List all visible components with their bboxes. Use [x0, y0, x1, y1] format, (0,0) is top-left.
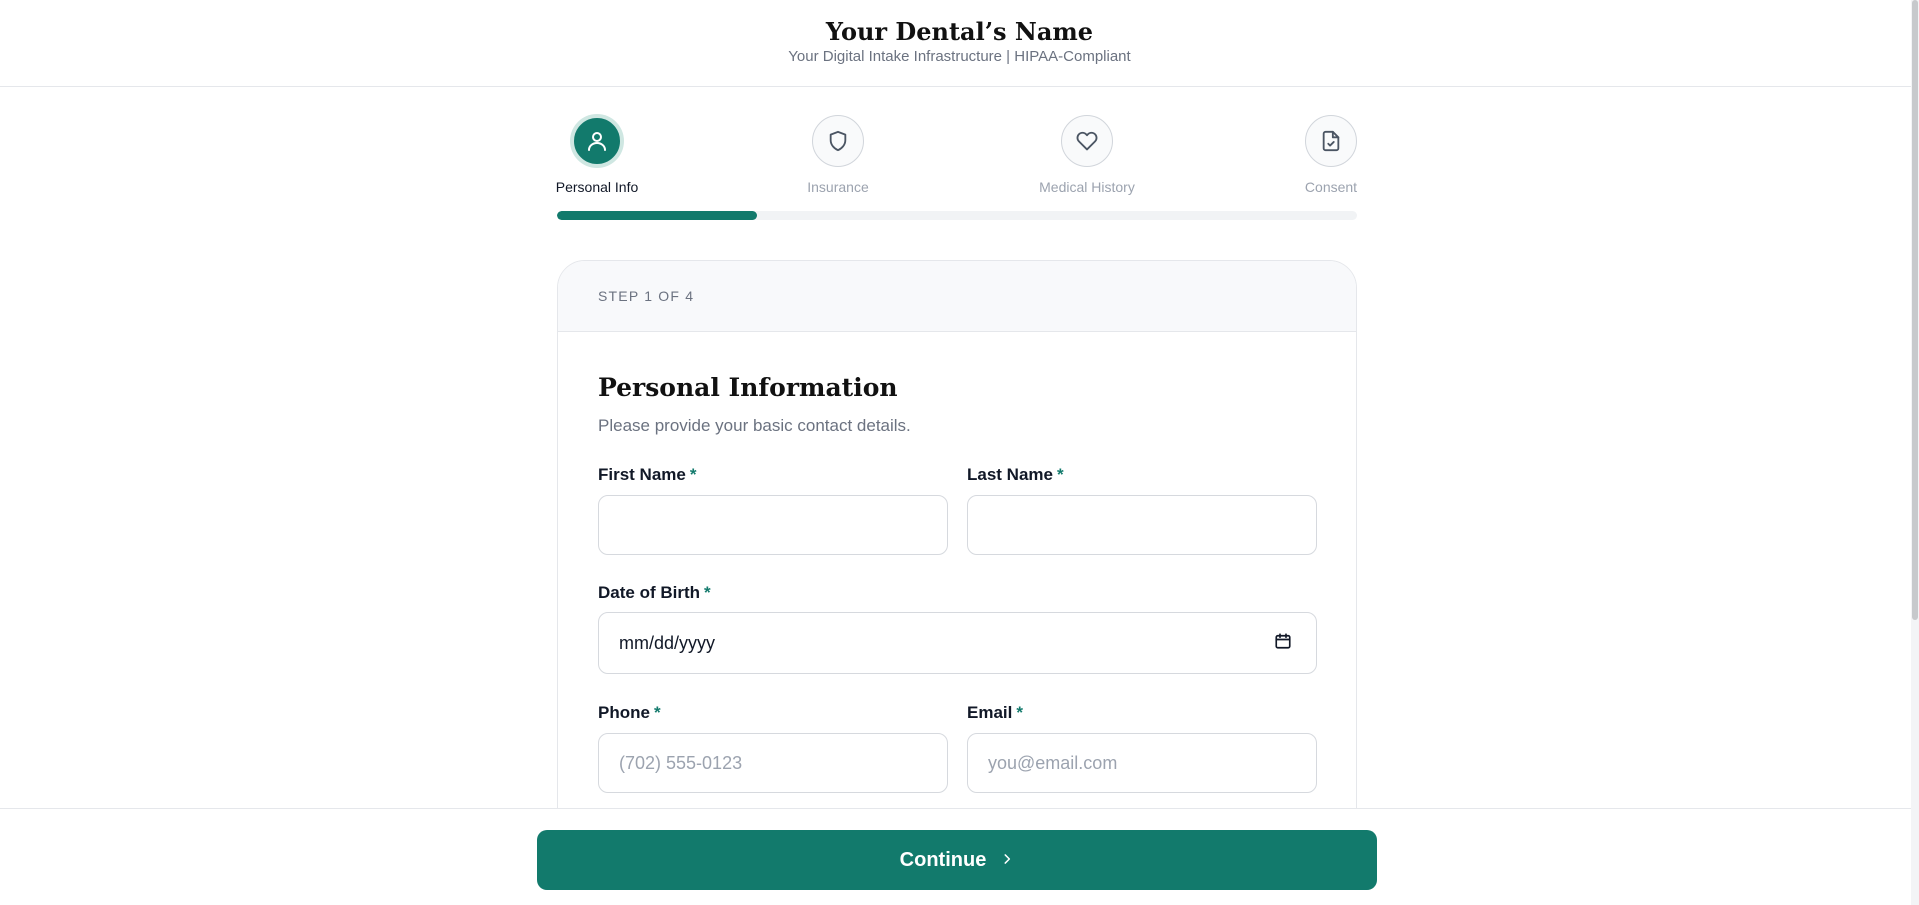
- step-insurance: Insurance: [773, 115, 903, 195]
- phone-input[interactable]: (702) 555-0123: [598, 733, 948, 793]
- shield-icon: [812, 115, 864, 167]
- continue-label: Continue: [899, 848, 987, 871]
- user-icon: [571, 115, 623, 167]
- email-label-text: Email: [967, 703, 1013, 722]
- step-label: Consent: [1304, 179, 1358, 195]
- card-header: STEP 1 OF 4: [558, 261, 1356, 332]
- step-personal-info: Personal Info: [532, 115, 662, 195]
- step-progress: Personal Info Insurance Medical History …: [556, 115, 1357, 225]
- step-medical-history: Medical History: [1022, 115, 1152, 195]
- email-label: Email *: [967, 703, 1023, 723]
- page-scrollbar[interactable]: [1911, 0, 1919, 905]
- file-check-icon: [1305, 115, 1357, 167]
- scrollbar-thumb[interactable]: [1912, 0, 1918, 620]
- dob-placeholder: mm/dd/yyyy: [619, 632, 716, 653]
- email-input[interactable]: you@email.com: [967, 733, 1317, 793]
- chevron-right-icon: [1000, 849, 1014, 872]
- last-name-label: Last Name *: [967, 465, 1064, 485]
- practice-tagline: Your Digital Intake Infrastructure | HIP…: [788, 48, 1131, 65]
- dob-input[interactable]: mm/dd/yyyy: [598, 612, 1317, 674]
- dob-label-text: Date of Birth: [598, 583, 700, 602]
- first-name-label: First Name *: [598, 465, 697, 485]
- progress-bar-fill: [557, 211, 757, 220]
- section-title: Personal Information: [598, 373, 898, 402]
- last-name-label-text: Last Name: [967, 465, 1053, 484]
- form-card: STEP 1 OF 4 Personal Information Please …: [557, 260, 1357, 860]
- last-name-input[interactable]: [967, 495, 1317, 555]
- required-mark: *: [1056, 465, 1064, 484]
- required-mark: *: [653, 703, 661, 722]
- step-label: Personal Info: [555, 179, 639, 195]
- phone-label-text: Phone: [598, 703, 650, 722]
- calendar-icon[interactable]: [1274, 632, 1292, 655]
- phone-label: Phone *: [598, 703, 661, 723]
- progress-bar: [557, 211, 1357, 220]
- heart-icon: [1061, 115, 1113, 167]
- step-consent: Consent: [1266, 115, 1396, 195]
- step-label: Insurance: [807, 179, 869, 195]
- required-mark: *: [704, 583, 711, 602]
- required-mark: *: [1016, 703, 1023, 722]
- continue-button[interactable]: Continue: [537, 830, 1377, 890]
- first-name-label-text: First Name: [598, 465, 686, 484]
- dob-label: Date of Birth *: [598, 583, 711, 603]
- first-name-input[interactable]: [598, 495, 948, 555]
- step-indicator: STEP 1 OF 4: [598, 288, 695, 304]
- required-mark: *: [689, 465, 697, 484]
- app-header: Your Dental’s Name Your Digital Intake I…: [0, 0, 1919, 87]
- section-subtitle: Please provide your basic contact detail…: [598, 416, 911, 435]
- step-label: Medical History: [1039, 179, 1135, 195]
- practice-name: Your Dental’s Name: [825, 17, 1094, 46]
